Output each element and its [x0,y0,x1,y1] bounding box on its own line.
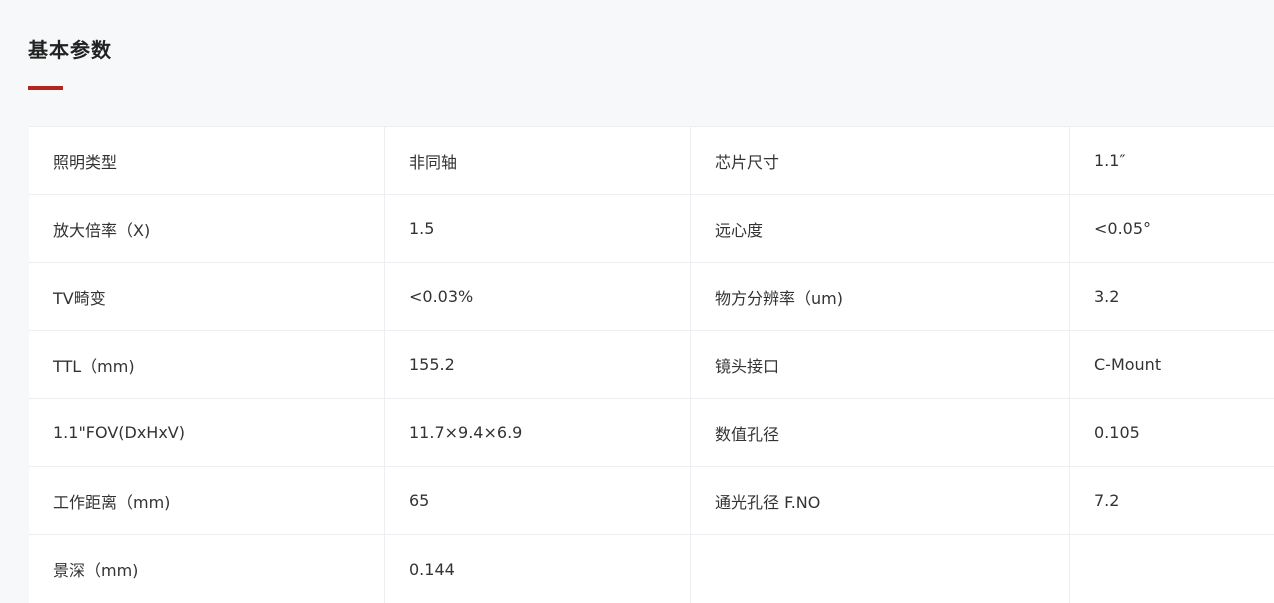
spec-value: 1.5 [385,195,691,262]
table-row: TV畸变 <0.03% 物方分辨率（um) 3.2 [29,263,1274,331]
spec-label: TV畸变 [29,263,385,330]
spec-label: 放大倍率（X) [29,195,385,262]
spec-label: 镜头接口 [691,331,1070,398]
spec-value: 非同轴 [385,127,691,194]
spec-value [1070,535,1274,603]
spec-value: C-Mount [1094,355,1162,374]
title-underline [28,86,63,90]
spec-label: TTL（mm) [29,331,385,398]
table-row: 工作距离（mm) 65 通光孔径 F.NO 7.2 [29,467,1274,535]
spec-value: <0.03% [385,263,691,330]
table-row: 放大倍率（X) 1.5 远心度 <0.05° [29,195,1274,263]
spec-label: 远心度 [691,195,1070,262]
spec-value: <0.05° [1094,219,1152,238]
spec-label: 照明类型 [29,127,385,194]
spec-label: 1.1"FOV(DxHxV) [29,399,385,466]
table-row: 景深（mm) 0.144 [29,535,1274,603]
table-row: 照明类型 非同轴 芯片尺寸 1.1″ [29,127,1274,195]
spec-value: 1.1″ [1094,151,1126,170]
spec-label: 芯片尺寸 [691,127,1070,194]
spec-label: 数值孔径 [691,399,1070,466]
section-title: 基本参数 [28,38,112,62]
spec-value: 0.105 [1094,423,1140,442]
spec-table: 照明类型 非同轴 芯片尺寸 1.1″ 放大倍率（X) 1.5 远心度 <0.05… [29,126,1274,603]
spec-label: 工作距离（mm) [29,467,385,534]
spec-label: 通光孔径 F.NO [691,467,1070,534]
spec-label [691,535,1070,603]
table-row: TTL（mm) 155.2 镜头接口 C-Mount [29,331,1274,399]
spec-value: 7.2 [1094,491,1120,510]
spec-value: 155.2 [385,331,691,398]
spec-label: 景深（mm) [29,535,385,603]
spec-value: 0.144 [385,535,691,603]
basic-parameters-section: 基本参数 照明类型 非同轴 芯片尺寸 1.1″ 放大倍率（X) 1.5 远心度 … [0,0,1274,603]
table-row: 1.1"FOV(DxHxV) 11.7×9.4×6.9 数值孔径 0.105 [29,399,1274,467]
spec-value: 65 [385,467,691,534]
spec-value: 3.2 [1094,287,1120,306]
spec-label: 物方分辨率（um) [691,263,1070,330]
spec-value: 11.7×9.4×6.9 [385,399,691,466]
